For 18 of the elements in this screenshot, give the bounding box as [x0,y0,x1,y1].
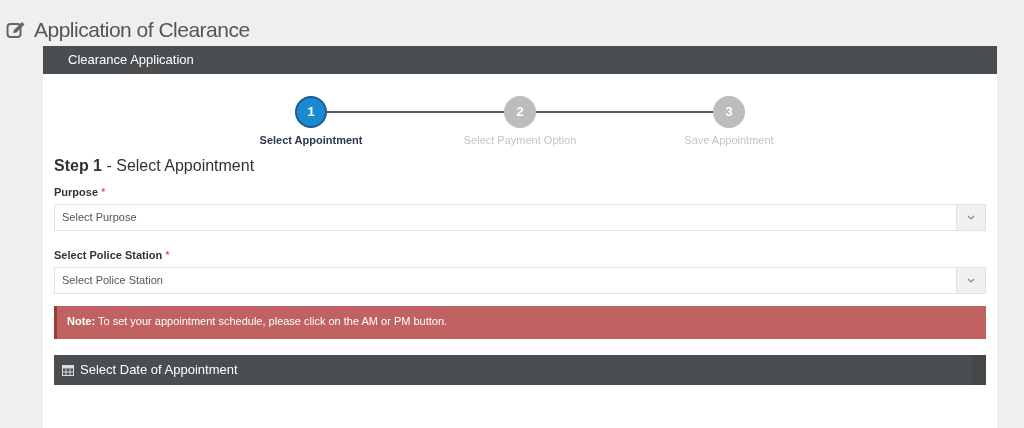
date-section-title: Select Date of Appointment [80,361,238,380]
field-label: Purpose [54,185,98,200]
required-mark: * [101,185,106,200]
chevron-down-icon [967,215,975,220]
panel-title: Clearance Application [68,51,194,70]
calendar-icon [62,364,74,376]
field-label: Select Police Station [54,248,163,263]
chevron-down-icon [967,278,975,283]
page-title: Application of Clearance [34,16,250,43]
step-label: Select Appointment [259,133,363,148]
step-label: Select Payment Option [463,133,577,148]
edit-icon [6,20,26,39]
step-label: Save Appointment [684,133,774,148]
select-field[interactable]: Select Police Station [54,267,986,294]
step-heading: Step 1 - Select Appointment [54,156,256,176]
required-mark: * [165,248,170,263]
note-alert: Note: To set your appointment schedule, please click on the AM or PM button. [54,306,986,339]
select-field[interactable]: Select Purpose [54,204,986,231]
